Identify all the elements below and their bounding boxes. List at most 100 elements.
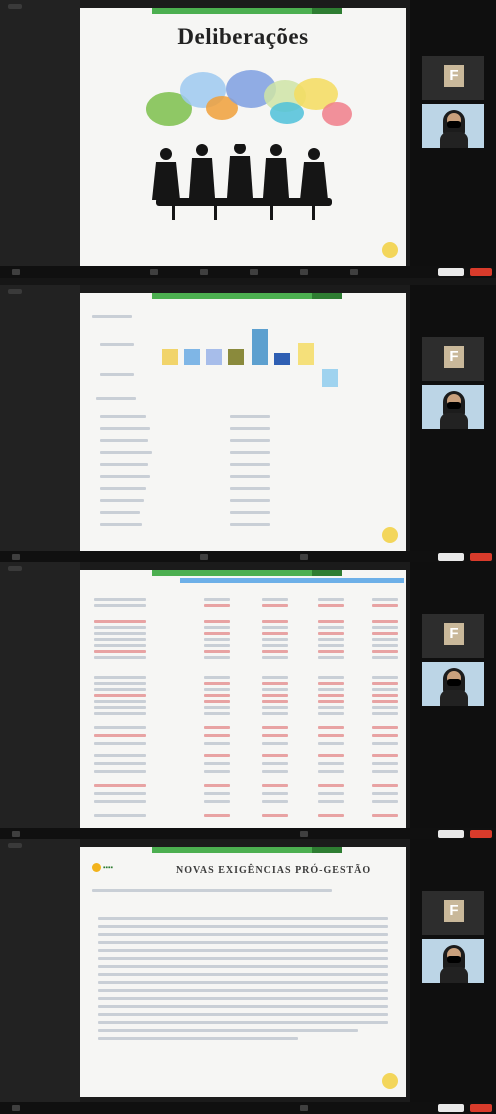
participant-video[interactable]: [422, 939, 484, 983]
table-cell: [262, 814, 288, 817]
table-cell: [318, 814, 344, 817]
paragraph-line: [98, 997, 388, 1000]
table-cell: [318, 770, 344, 773]
chat-icon[interactable]: [250, 269, 258, 275]
record-icon[interactable]: [350, 269, 358, 275]
paragraph-line: [98, 1021, 388, 1024]
view-button[interactable]: [438, 553, 464, 561]
participant-initial: F: [444, 623, 464, 645]
table-cell: [262, 688, 288, 691]
table-cell: [372, 650, 398, 653]
share-screen-icon[interactable]: [300, 831, 308, 837]
view-button[interactable]: [438, 268, 464, 276]
table-cell: [262, 784, 288, 787]
table-cell: [94, 688, 146, 691]
table-cell: [94, 734, 146, 737]
table-cell: [372, 734, 398, 737]
bar-mark: [298, 343, 314, 365]
participant-tile[interactable]: F: [422, 891, 484, 935]
table-cell: [204, 770, 230, 773]
participants-icon[interactable]: [200, 269, 208, 275]
table-cell: [94, 620, 146, 623]
table-cell: [94, 712, 146, 715]
participant-tile[interactable]: F: [422, 56, 484, 100]
table-cell: [262, 650, 288, 653]
table-cell: [94, 784, 146, 787]
table-cell: [262, 754, 288, 757]
table-cell: [318, 650, 344, 653]
table-cell: [372, 682, 398, 685]
table-cell: [318, 604, 344, 607]
table-cell: [204, 688, 230, 691]
participant-tile[interactable]: F: [422, 614, 484, 658]
table-cell: [372, 770, 398, 773]
table-cell: [94, 632, 146, 635]
table-cell: [94, 726, 146, 729]
slide-top-tab: [312, 847, 342, 853]
bar-mark: [162, 349, 178, 365]
slide-top-bar: [152, 847, 312, 853]
end-button[interactable]: [470, 268, 492, 276]
participant-video[interactable]: [422, 104, 484, 148]
table-cell: [204, 762, 230, 765]
mute-icon[interactable]: [12, 269, 20, 275]
paragraph-line: [98, 917, 388, 920]
view-button[interactable]: [438, 1104, 464, 1112]
table-cell: [318, 620, 344, 623]
meeting-toolbar: [0, 266, 496, 278]
table-cell: [204, 706, 230, 709]
table-cell: [204, 598, 230, 601]
table-cell: [94, 682, 146, 685]
shared-slide: ▪▪▪▪ NOVAS EXIGÊNCIAS PRÓ-GESTÃO: [80, 847, 406, 1097]
mute-icon[interactable]: [12, 1105, 20, 1111]
table-cell: [204, 632, 230, 635]
table-cell: [262, 632, 288, 635]
speech-bubble-illustration: [322, 102, 352, 126]
table-cell: [318, 682, 344, 685]
meeting-frame-1: Deliberações F: [0, 0, 496, 278]
end-button[interactable]: [470, 553, 492, 561]
security-icon[interactable]: [150, 269, 158, 275]
table-cell: [94, 598, 146, 601]
participant-initial: F: [444, 65, 464, 87]
slide-logo-badge: [382, 242, 398, 258]
table-cell: [262, 726, 288, 729]
table-cell: [262, 694, 288, 697]
share-screen-icon[interactable]: [300, 554, 308, 560]
table-cell: [318, 742, 344, 745]
participants-icon[interactable]: [200, 554, 208, 560]
meeting-toolbar: [0, 1102, 496, 1114]
end-button[interactable]: [470, 1104, 492, 1112]
share-screen-icon[interactable]: [300, 1105, 308, 1111]
table-cell: [372, 626, 398, 629]
paragraph-line: [98, 1005, 388, 1008]
paragraph-line: [98, 933, 388, 936]
table-cell: [262, 638, 288, 641]
table-cell: [204, 694, 230, 697]
table-cell: [372, 700, 398, 703]
table-cell: [204, 650, 230, 653]
slide-logo-badge: [382, 1073, 398, 1089]
participant-video[interactable]: [422, 662, 484, 706]
table-cell: [318, 734, 344, 737]
bar-mark: [206, 349, 222, 365]
table-cell: [372, 726, 398, 729]
table-cell: [318, 626, 344, 629]
end-button[interactable]: [470, 830, 492, 838]
share-screen-icon[interactable]: [300, 269, 308, 275]
participant-tile[interactable]: F: [422, 337, 484, 381]
table-cell: [318, 694, 344, 697]
meeting-frame-3: F: [0, 562, 496, 840]
paragraph-line: [92, 889, 332, 892]
paragraph-line: [98, 1029, 358, 1032]
table-cell: [318, 784, 344, 787]
table-cell: [372, 604, 398, 607]
table-cell: [262, 626, 288, 629]
table-cell: [372, 632, 398, 635]
mute-icon[interactable]: [12, 831, 20, 837]
table-cell: [204, 814, 230, 817]
participant-video[interactable]: [422, 385, 484, 429]
view-button[interactable]: [438, 830, 464, 838]
mute-icon[interactable]: [12, 554, 20, 560]
table-cell: [94, 762, 146, 765]
